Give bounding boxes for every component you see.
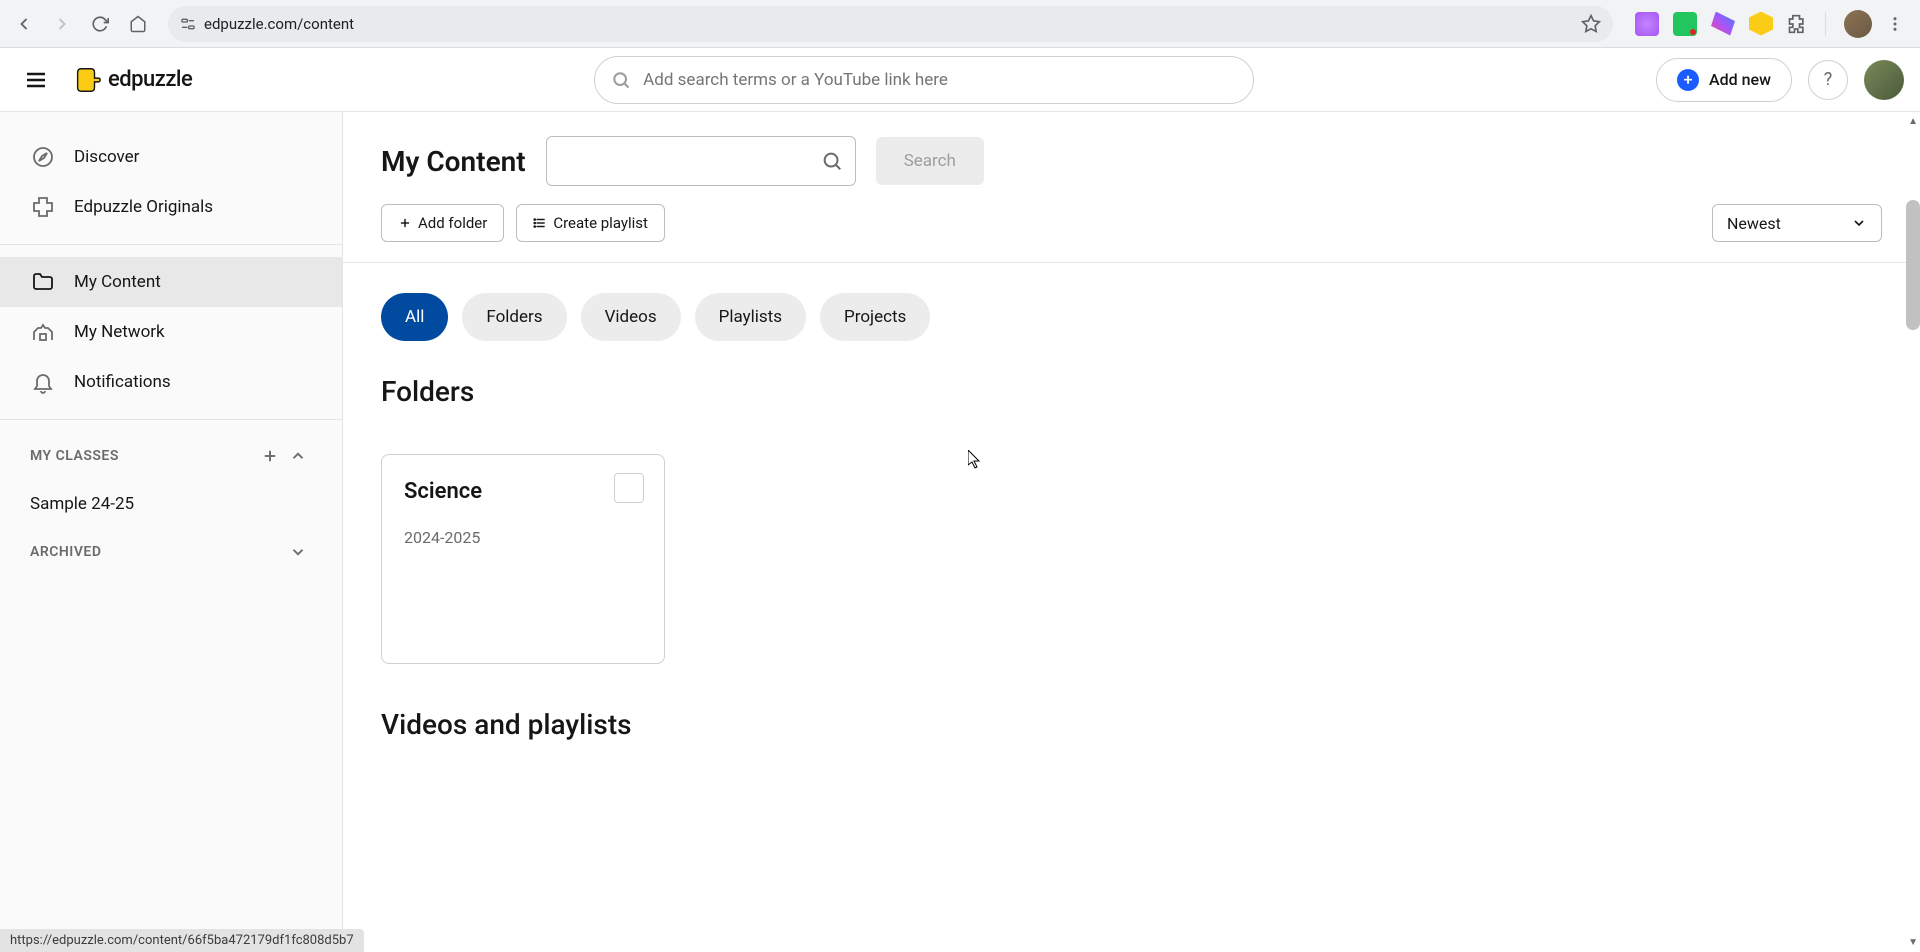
forward-button[interactable]	[46, 8, 78, 40]
url-text: edpuzzle.com/content	[204, 15, 354, 33]
filter-chips: All Folders Videos Playlists Projects	[343, 263, 1920, 351]
expand-archived-button[interactable]	[284, 538, 312, 566]
search-icon	[611, 70, 631, 90]
browser-toolbar: edpuzzle.com/content	[0, 0, 1920, 48]
sidebar-item-label: My Content	[74, 272, 161, 292]
scrollbar-thumb[interactable]	[1906, 200, 1920, 330]
sidebar-item-notifications[interactable]: Notifications	[0, 357, 342, 407]
extensions-icon[interactable]	[1787, 14, 1807, 34]
scroll-down-icon[interactable]: ▼	[1908, 937, 1918, 948]
folder-meta: 2024-2025	[404, 528, 642, 547]
search-button[interactable]: Search	[876, 137, 984, 185]
bell-icon	[30, 369, 56, 395]
bookmark-star-icon[interactable]	[1581, 14, 1601, 34]
compass-icon	[30, 144, 56, 170]
content-search-input[interactable]	[559, 152, 821, 171]
folder-name: Science	[404, 479, 642, 504]
network-icon	[30, 319, 56, 345]
chip-folders[interactable]: Folders	[462, 293, 566, 341]
more-menu-icon[interactable]	[1886, 15, 1904, 33]
plus-icon	[398, 216, 412, 230]
sidebar-item-label: Notifications	[74, 372, 171, 392]
logo[interactable]: edpuzzle	[72, 65, 192, 95]
folder-icon	[30, 269, 56, 295]
app-header: edpuzzle + Add new ?	[0, 48, 1920, 112]
chip-videos[interactable]: Videos	[581, 293, 681, 341]
sidebar-item-discover[interactable]: Discover	[0, 132, 342, 182]
add-folder-button[interactable]: Add folder	[381, 204, 504, 242]
create-playlist-button[interactable]: Create playlist	[516, 204, 665, 242]
extension-icon[interactable]	[1635, 12, 1659, 36]
list-icon	[533, 216, 547, 230]
logo-icon	[72, 65, 102, 95]
sidebar-header-archived: ARCHIVED	[0, 528, 342, 576]
sidebar-item-my-content[interactable]: My Content	[0, 257, 342, 307]
extension-icon[interactable]	[1749, 12, 1773, 36]
page-title: My Content	[381, 145, 526, 178]
add-new-button[interactable]: + Add new	[1656, 58, 1792, 102]
sidebar-class-item[interactable]: Sample 24-25	[0, 480, 342, 528]
chip-all[interactable]: All	[381, 293, 448, 341]
profile-avatar[interactable]	[1844, 10, 1872, 38]
search-icon	[821, 150, 843, 172]
reload-button[interactable]	[84, 8, 116, 40]
main-content: My Content Search Add folder Create play…	[343, 112, 1920, 952]
sidebar-header-classes: MY CLASSES	[0, 432, 342, 480]
site-settings-icon	[180, 16, 196, 32]
help-button[interactable]: ?	[1808, 60, 1848, 100]
status-bar: https://edpuzzle.com/content/66f5ba47217…	[0, 929, 364, 952]
chip-projects[interactable]: Projects	[820, 293, 930, 341]
sidebar-item-my-network[interactable]: My Network	[0, 307, 342, 357]
videos-section-title: Videos and playlists	[343, 684, 1920, 747]
collapse-classes-button[interactable]	[284, 442, 312, 470]
user-avatar[interactable]	[1864, 60, 1904, 100]
global-search[interactable]	[594, 56, 1254, 104]
content-search[interactable]	[546, 136, 856, 186]
sidebar-item-label: My Network	[74, 322, 165, 342]
scroll-up-icon[interactable]: ▲	[1908, 116, 1918, 127]
plus-icon: +	[1677, 69, 1699, 91]
address-bar[interactable]: edpuzzle.com/content	[168, 6, 1613, 42]
folder-card[interactable]: Science 2024-2025	[381, 454, 665, 664]
sidebar: Discover Edpuzzle Originals My Content M…	[0, 112, 343, 952]
puzzle-icon	[30, 194, 56, 220]
folder-checkbox[interactable]	[614, 473, 644, 503]
back-button[interactable]	[8, 8, 40, 40]
logo-text: edpuzzle	[108, 67, 192, 92]
extension-icons	[1627, 10, 1912, 38]
chevron-down-icon	[1851, 215, 1867, 231]
extension-icon[interactable]	[1673, 12, 1697, 36]
folders-section-title: Folders	[343, 351, 1920, 414]
menu-button[interactable]	[16, 60, 56, 100]
extension-icon[interactable]	[1711, 12, 1735, 36]
add-class-button[interactable]	[256, 442, 284, 470]
global-search-input[interactable]	[643, 70, 1237, 90]
home-button[interactable]	[122, 8, 154, 40]
sidebar-item-label: Discover	[74, 147, 139, 167]
sidebar-item-originals[interactable]: Edpuzzle Originals	[0, 182, 342, 232]
sidebar-item-label: Edpuzzle Originals	[74, 197, 213, 217]
chip-playlists[interactable]: Playlists	[695, 293, 806, 341]
sort-select[interactable]: Newest	[1712, 204, 1882, 242]
